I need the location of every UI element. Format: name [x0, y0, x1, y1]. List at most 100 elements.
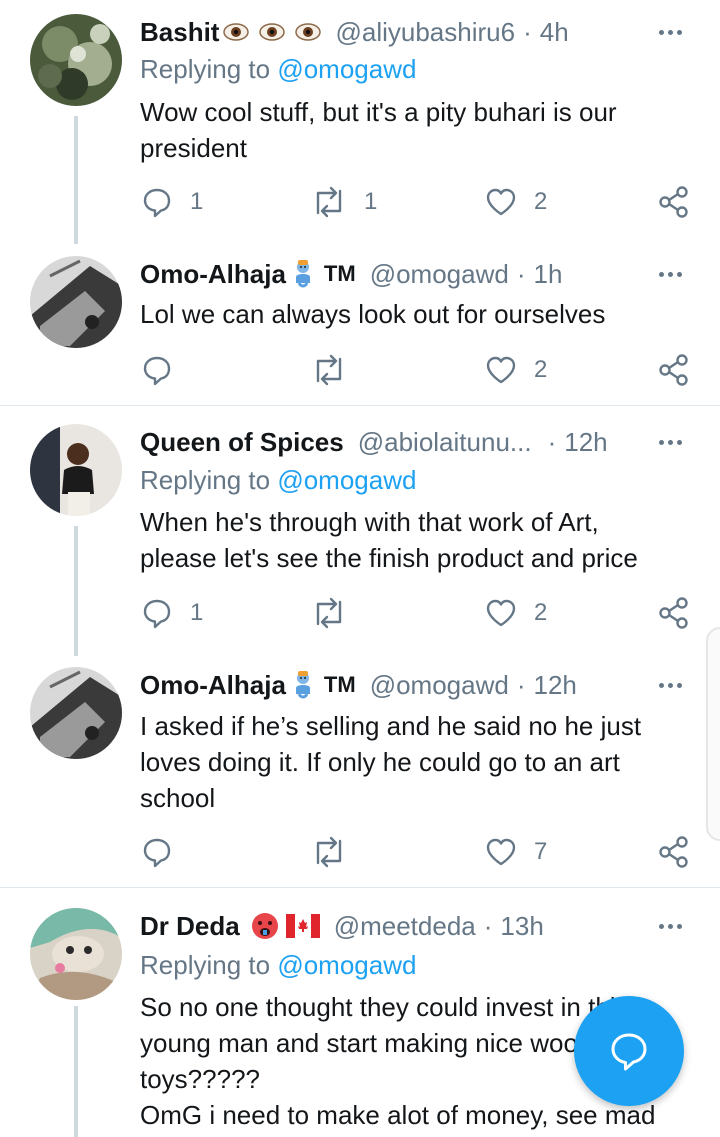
share-icon — [659, 186, 688, 218]
replying-to-label: Replying to — [140, 465, 271, 495]
tweet-omo-alhaja-reply-2[interactable]: Omo-Alhaja TM @omogawd · 12h I asked if … — [0, 656, 720, 886]
reply-button[interactable]: 1 — [140, 182, 203, 222]
reply-button[interactable] — [140, 832, 174, 872]
like-button[interactable]: 2 — [484, 593, 547, 633]
eye-emoji — [259, 22, 286, 42]
retweet-icon — [316, 354, 342, 386]
retweet-button[interactable] — [310, 350, 348, 390]
tweet-text: Lol we can always look out for ourselves — [140, 299, 606, 329]
avatar[interactable] — [30, 908, 122, 1000]
more-options-icon[interactable] — [650, 906, 690, 946]
user-handle[interactable]: @meetdeda — [334, 911, 476, 942]
genie-emoji — [290, 259, 316, 289]
replying-to-mention[interactable]: @omogawd — [277, 950, 416, 980]
replying-to-mention[interactable]: @omogawd — [277, 54, 416, 84]
tm-symbol: TM — [323, 261, 356, 286]
like-count: 2 — [534, 188, 548, 215]
user-handle[interactable]: @omogawd — [370, 259, 509, 290]
reply-icon — [143, 838, 171, 868]
retweet-button[interactable] — [310, 593, 348, 633]
retweet-icon — [316, 836, 342, 868]
reply-icon — [143, 599, 171, 629]
tweet-text: Wow cool stuff, but it's a pity buhari i… — [140, 97, 617, 163]
separator-dot: · — [516, 669, 526, 700]
user-handle[interactable]: @abiolaitunu... — [358, 427, 532, 458]
heart-icon — [486, 599, 516, 627]
reply-count: 1 — [190, 599, 204, 626]
separator-dot: · — [547, 426, 557, 457]
tweet-queen-of-spices[interactable]: Queen of Spices @abiolaitunu... · 12h Re… — [0, 406, 720, 656]
separator-dot: · — [483, 910, 493, 941]
reply-count: 1 — [190, 188, 204, 215]
display-name[interactable]: Omo-Alhaja — [140, 259, 286, 290]
avatar[interactable] — [30, 667, 122, 759]
share-icon — [659, 597, 688, 629]
genie-emoji — [290, 670, 316, 700]
tm-symbol: TM — [323, 672, 356, 697]
compose-reply-icon — [611, 1033, 647, 1071]
more-options-icon[interactable] — [650, 254, 690, 294]
share-button[interactable] — [658, 832, 690, 872]
more-options-icon[interactable] — [650, 422, 690, 462]
tweet-actions: 1 1 2 — [140, 182, 700, 222]
like-count: 2 — [534, 356, 548, 383]
timestamp[interactable]: 1h — [534, 259, 563, 290]
replying-to-label: Replying to — [140, 950, 271, 980]
thread-line — [74, 116, 78, 244]
heart-icon — [486, 188, 516, 216]
more-options-icon[interactable] — [650, 12, 690, 52]
eye-emoji — [223, 22, 250, 42]
like-button[interactable]: 7 — [484, 832, 547, 872]
retweet-icon — [316, 597, 342, 629]
more-options-icon[interactable] — [650, 665, 690, 705]
avatar[interactable] — [30, 14, 122, 106]
display-name[interactable]: Queen of Spices — [140, 427, 344, 458]
thread-line — [74, 526, 78, 656]
thread-line — [74, 1006, 78, 1137]
replying-to: Replying to @omogawd — [140, 950, 416, 981]
like-button[interactable]: 2 — [484, 350, 547, 390]
reply-button[interactable] — [140, 350, 174, 390]
retweet-icon — [316, 186, 342, 218]
timestamp[interactable]: 13h — [500, 911, 543, 942]
reply-icon — [143, 356, 171, 386]
retweet-button[interactable] — [310, 832, 348, 872]
display-name[interactable]: Omo-Alhaja — [140, 670, 286, 701]
timestamp[interactable]: 12h — [564, 427, 607, 458]
replying-to-mention[interactable]: @omogawd — [277, 465, 416, 495]
share-button[interactable] — [658, 350, 690, 390]
tweet-actions: 2 — [140, 350, 700, 390]
heart-icon — [486, 356, 516, 384]
user-handle[interactable]: @omogawd — [370, 670, 509, 701]
separator-dot: · — [523, 16, 532, 47]
eye-emoji — [295, 22, 322, 42]
replying-to: Replying to @omogawd — [140, 54, 416, 85]
scrollbar-thumb[interactable] — [706, 627, 720, 841]
avatar[interactable] — [30, 424, 122, 516]
retweet-count: 1 — [364, 188, 378, 215]
reply-button[interactable]: 1 — [140, 593, 203, 633]
hot-face-emoji — [250, 911, 280, 941]
replying-to: Replying to @omogawd — [140, 465, 416, 496]
like-count: 2 — [534, 599, 548, 626]
user-handle[interactable]: @aliyubashiru6 — [335, 17, 515, 48]
avatar[interactable] — [30, 256, 122, 348]
replying-to-label: Replying to — [140, 54, 271, 84]
share-button[interactable] — [658, 182, 690, 222]
share-button[interactable] — [658, 593, 690, 633]
timestamp[interactable]: 4h — [540, 17, 569, 48]
display-name[interactable]: Dr Deda — [140, 911, 240, 942]
retweet-button[interactable]: 1 — [310, 182, 377, 222]
compose-reply-button[interactable] — [574, 996, 684, 1106]
canada-flag-emoji — [285, 914, 320, 938]
reply-icon — [143, 188, 171, 218]
timestamp[interactable]: 12h — [534, 670, 577, 701]
tweet-text: I asked if he’s selling and he said no h… — [140, 711, 642, 813]
heart-icon — [486, 838, 516, 866]
display-name[interactable]: Bashit — [140, 17, 219, 48]
like-button[interactable]: 2 — [484, 182, 547, 222]
tweet-omo-alhaja-reply[interactable]: Omo-Alhaja TM @omogawd · 1h Lol we can a… — [0, 250, 720, 405]
share-icon — [659, 354, 688, 386]
tweet-bashit[interactable]: Bashit @aliyubashiru6 · 4h Replying to @… — [0, 0, 720, 250]
separator-dot: · — [516, 258, 526, 289]
